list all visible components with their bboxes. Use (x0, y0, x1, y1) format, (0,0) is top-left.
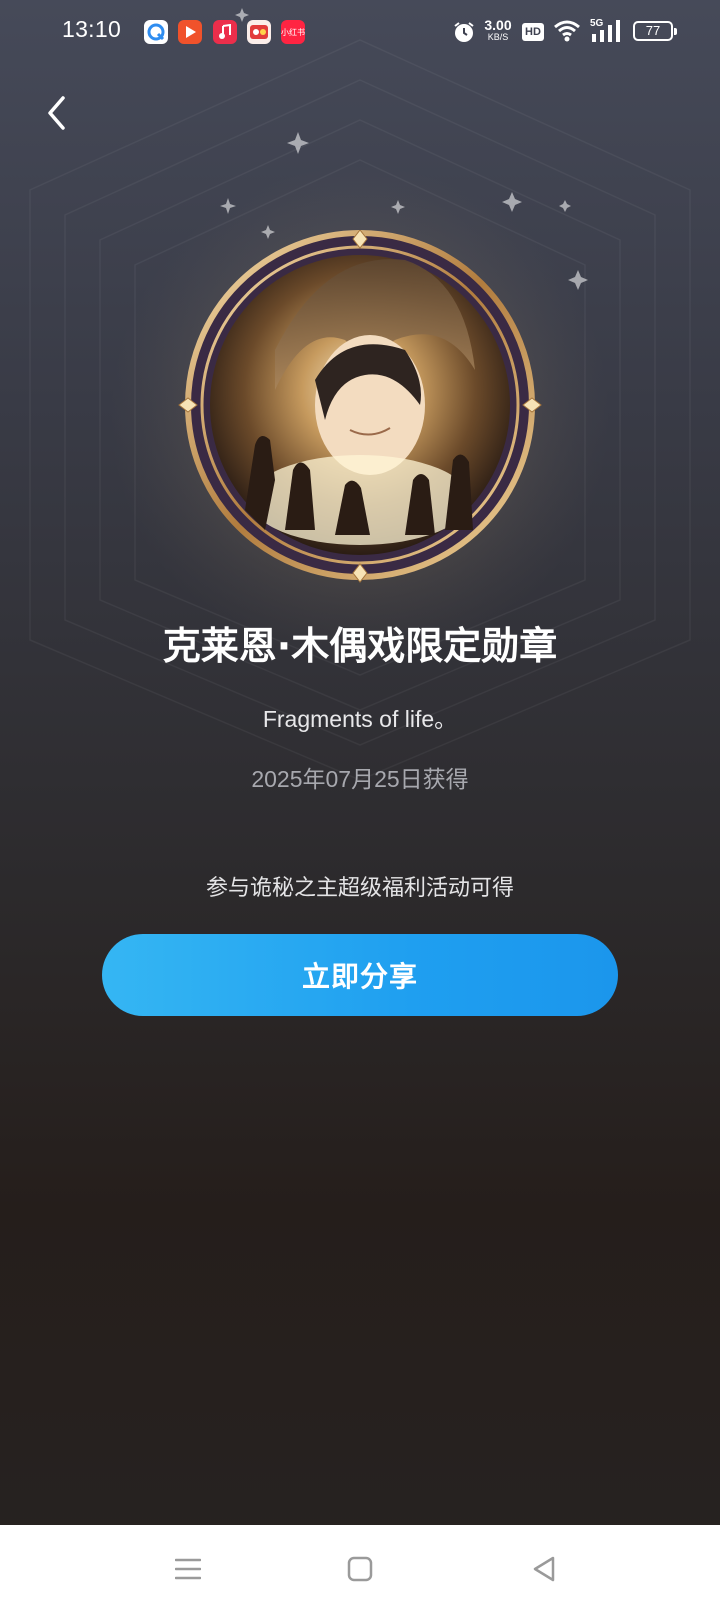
signal-icon: 5G (590, 18, 626, 44)
obtained-date: 2025年07月25日获得 (251, 766, 469, 792)
chevron-left-icon (48, 96, 65, 130)
alarm-icon (452, 20, 476, 48)
browser-app-icon (144, 20, 168, 44)
home-square-icon (347, 1556, 373, 1582)
share-button[interactable]: 立即分享 (102, 934, 618, 1016)
xiaohongshu-app-icon: 小红书 (281, 20, 305, 44)
back-button[interactable] (36, 88, 76, 138)
back-triangle-icon (533, 1556, 555, 1582)
medal-title: 克莱恩·木偶戏限定勋章 (162, 624, 558, 668)
status-bar: 13:10 小红书 3.00 KB/S HD 5G 77 (0, 0, 720, 64)
navigation-bar (0, 1525, 720, 1612)
menu-icon (175, 1558, 201, 1580)
game-app-icon (247, 20, 271, 44)
video-app-icon (178, 20, 202, 44)
obtain-condition: 参与诡秘之主超级福利活动可得 (205, 876, 514, 901)
hd-badge: HD (522, 23, 544, 41)
music-app-icon (213, 20, 237, 44)
wifi-icon (553, 19, 581, 47)
recent-apps-button[interactable] (166, 1547, 210, 1591)
system-back-button[interactable] (522, 1547, 566, 1591)
network-speed: 3.00 KB/S (484, 17, 512, 42)
home-button[interactable] (338, 1547, 382, 1591)
medal-image (175, 229, 545, 600)
status-time: 13:10 (62, 16, 122, 42)
medal-subtitle: Fragments of life。 (262, 706, 458, 732)
battery-indicator: 77 (633, 21, 677, 41)
